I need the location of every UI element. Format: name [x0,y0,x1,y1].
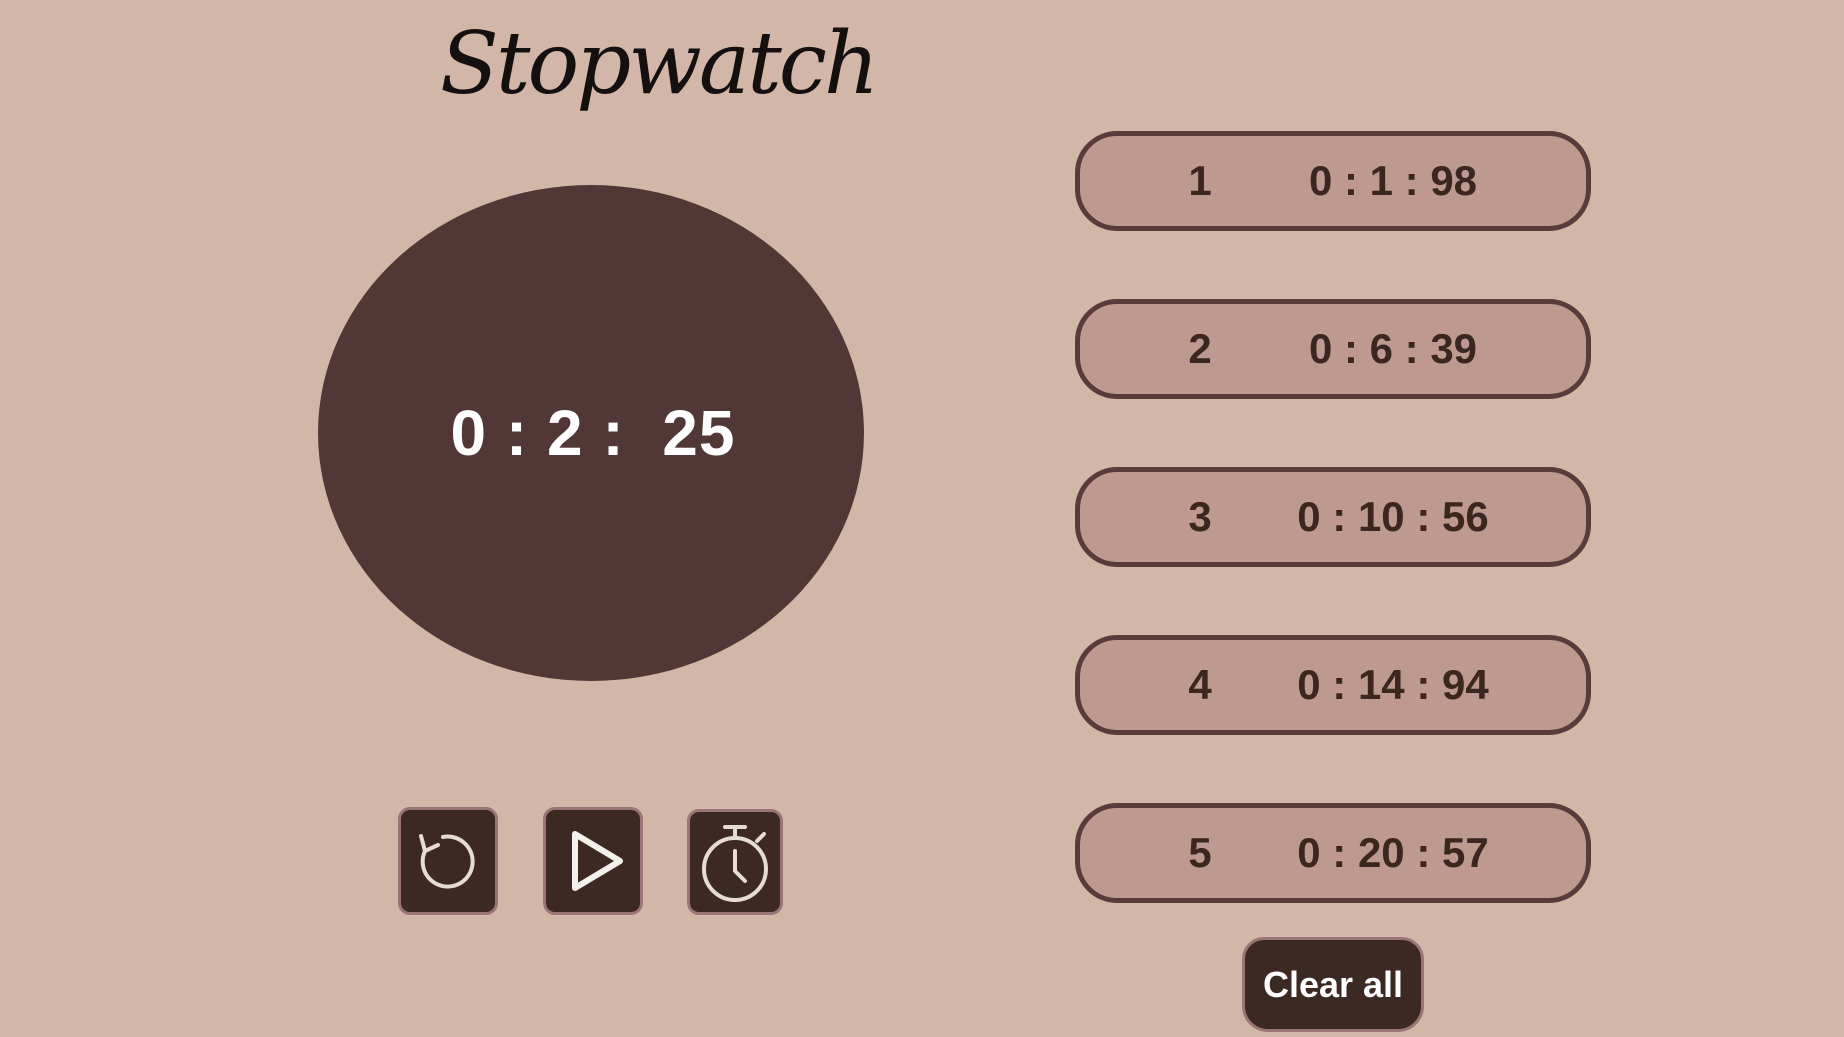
page-title: Stopwatch [440,14,879,114]
lap-time: 0 : 10 : 56 [1297,493,1489,540]
lap-time: 0 : 14 : 94 [1297,661,1489,708]
lap-item-5: 5 0 : 20 : 57 [1075,803,1591,903]
reset-button[interactable] [398,807,498,915]
elapsed-time-display: 0 : 2 : 25 [450,397,736,469]
lap-item-4: 4 0 : 14 : 94 [1075,635,1591,735]
lap-item-2: 2 0 : 6 : 39 [1075,299,1591,399]
lap-time: 0 : 1 : 98 [1308,157,1478,204]
play-button[interactable] [543,807,643,915]
lap-item-3: 3 0 : 10 : 56 [1075,467,1591,567]
stopwatch-dial: 0 : 2 : 25 [318,185,864,681]
lap-button[interactable] [687,809,783,915]
stopwatch-icon [695,819,775,905]
lap-item-1: 1 0 : 1 : 98 [1075,131,1591,231]
clear-all-button[interactable]: Clear all [1242,937,1424,1032]
lap-time: 0 : 6 : 39 [1308,325,1478,372]
lap-time: 0 : 20 : 57 [1297,829,1489,876]
play-icon [553,821,633,901]
reset-icon [408,821,488,901]
